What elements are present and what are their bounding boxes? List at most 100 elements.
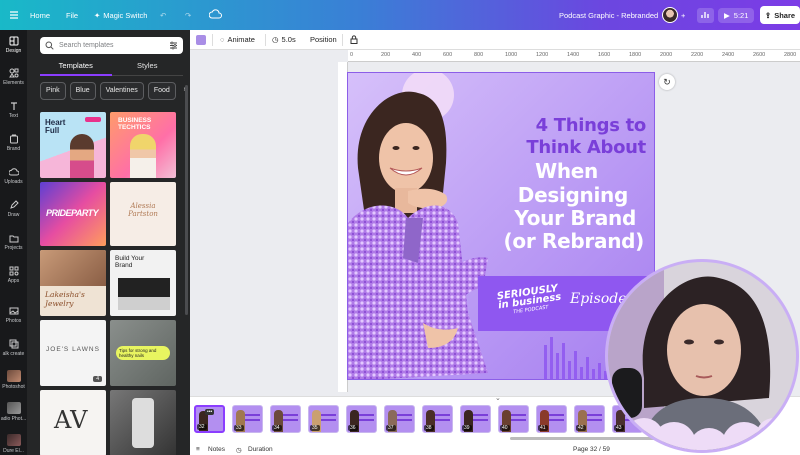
chip-blue[interactable]: Blue — [69, 82, 96, 100]
search-templates-input[interactable]: Search templates — [40, 37, 183, 54]
divider — [265, 34, 266, 46]
template-jewelry[interactable]: Lakeisha's Jewelry — [40, 250, 106, 316]
page-number: 37 — [386, 425, 396, 431]
add-collaborator-icon[interactable]: + — [681, 11, 685, 20]
page-number: 36 — [348, 425, 358, 431]
redo-icon[interactable]: ↷ — [185, 11, 191, 20]
template-phone — [132, 398, 154, 448]
ruler-tick: 200 — [381, 52, 391, 58]
page-thumbnail[interactable]: 38 — [422, 405, 453, 433]
page-number: 38 — [424, 425, 434, 431]
photoshot-app-icon — [6, 370, 21, 382]
rail-studio-photo[interactable]: adio Phot... — [0, 402, 27, 422]
rail-label: Uploads — [4, 179, 23, 185]
ruler-tick: 2600 — [753, 52, 766, 58]
rail-label: Apps — [7, 278, 20, 284]
page-thumbnail[interactable]: 37 — [384, 405, 415, 433]
template-phone-mockup[interactable] — [110, 390, 176, 455]
ruler-tick: 1200 — [536, 52, 549, 58]
template-build-your-brand[interactable]: Build Your Brand — [110, 250, 176, 316]
lock-icon[interactable] — [350, 35, 358, 44]
share-button[interactable]: ⇪ Share — [760, 6, 800, 24]
template-nail-tips[interactable]: Tips for strong and healthy nails — [110, 320, 176, 386]
chip-food[interactable]: Food — [147, 82, 176, 100]
template-joes-lawns[interactable]: JOE'S LAWNS 4 — [40, 320, 106, 386]
template-script-card[interactable]: Alessia Partston — [110, 182, 176, 246]
rail-photoshot[interactable]: Photoshot — [0, 370, 27, 390]
magic-switch-button[interactable]: Magic Switch — [103, 11, 147, 20]
duration-toggle-button[interactable]: Duration — [248, 446, 273, 453]
page-number: 41 — [538, 425, 548, 431]
rail-draw[interactable]: Draw — [0, 200, 27, 218]
duration-icon[interactable]: ◷ — [236, 446, 242, 454]
divider — [342, 34, 343, 46]
duration-button[interactable]: ◷ 5.0s — [272, 35, 296, 44]
notes-button[interactable]: Notes — [208, 446, 225, 453]
page-thumbnail[interactable]: 34 — [270, 405, 301, 433]
animate-button[interactable]: ◌ Animate — [220, 35, 255, 44]
template-pride-party[interactable]: PRIDEPARTY — [40, 182, 106, 246]
sparkle-icon: ✦ — [94, 10, 101, 20]
refresh-icon[interactable]: ↻ — [659, 74, 675, 90]
ruler-tick: 2000 — [660, 52, 673, 58]
panel-scrollbar[interactable] — [185, 85, 188, 315]
rail-label: Photos — [5, 318, 22, 324]
undo-icon[interactable]: ↶ — [160, 11, 166, 20]
page-thumbnail[interactable]: ••• 32 — [194, 405, 225, 433]
page-thumbnail[interactable]: 41 — [536, 405, 567, 433]
page-thumbnail[interactable]: 42 — [574, 405, 605, 433]
rail-label: Draw — [7, 212, 20, 218]
background-color-swatch[interactable] — [196, 35, 206, 45]
rail-bulk-create[interactable]: alk create — [0, 339, 27, 357]
cloud-save-icon[interactable] — [208, 9, 222, 21]
top-bar: Home File ✦ Magic Switch ↶ ↷ Podcast Gra… — [0, 0, 800, 30]
page-number: 32 — [197, 424, 207, 430]
position-button[interactable]: Position — [310, 35, 337, 44]
home-button[interactable]: Home — [30, 11, 50, 20]
template-logo: AV — [54, 406, 88, 434]
page-thumbnail[interactable]: 33 — [232, 405, 263, 433]
notes-icon[interactable]: ≡ — [196, 446, 200, 453]
filter-icon[interactable] — [169, 41, 178, 50]
tab-styles[interactable]: Styles — [111, 60, 183, 76]
rail-brand[interactable]: Brand — [0, 134, 27, 152]
studio-photo-app-icon — [6, 402, 21, 414]
insights-icon[interactable] — [697, 7, 714, 23]
page-thumbnail[interactable]: 40 — [498, 405, 529, 433]
template-title: Tips for strong and healthy nails — [119, 348, 157, 358]
rail-photos[interactable]: Photos — [0, 306, 27, 324]
animate-label: Animate — [227, 35, 255, 44]
more-options-icon[interactable]: ••• — [205, 409, 215, 415]
collapse-strip-chevron-icon[interactable]: ⌄ — [495, 394, 501, 402]
rail-elements[interactable]: Elements — [0, 68, 27, 86]
rail-text[interactable]: Text — [0, 101, 27, 119]
page-thumbnail[interactable]: 35 — [308, 405, 339, 433]
page-thumbnail[interactable]: 39 — [460, 405, 491, 433]
rail-uploads[interactable]: Uploads — [0, 167, 27, 185]
present-button[interactable]: ▶ 5:21 — [718, 7, 755, 23]
file-menu-button[interactable]: File — [66, 11, 78, 20]
user-avatar[interactable] — [662, 7, 678, 23]
template-heart-full[interactable]: Heart Full — [40, 112, 106, 178]
template-business-techtics[interactable]: BUSINESS TECHTICS — [110, 112, 176, 178]
rail-design[interactable]: Design — [0, 36, 27, 54]
template-photo — [118, 278, 170, 310]
thumb-text — [397, 419, 412, 421]
rail-apps[interactable]: Apps — [0, 266, 27, 284]
ruler-tick: 0 — [350, 52, 354, 58]
ruler-tick: 2400 — [722, 52, 735, 58]
thumb-text — [359, 419, 374, 421]
headline-line-3: When — [535, 159, 598, 183]
page-thumbnail[interactable]: 36 — [346, 405, 377, 433]
rail-projects[interactable]: Projects — [0, 233, 27, 251]
menu-icon[interactable] — [8, 9, 20, 21]
document-title[interactable]: Podcast Graphic - Rebranded — [559, 11, 658, 20]
thumb-text — [245, 419, 260, 421]
apps-icon — [9, 266, 18, 276]
rail-app-more[interactable]: Dure El... — [0, 434, 27, 454]
chip-valentines[interactable]: Valentines — [99, 82, 144, 100]
rail-label: Photoshot — [2, 384, 25, 390]
tab-templates[interactable]: Templates — [40, 60, 112, 76]
template-av-monogram[interactable]: AV — [40, 390, 106, 455]
chip-pink[interactable]: Pink — [40, 82, 66, 100]
